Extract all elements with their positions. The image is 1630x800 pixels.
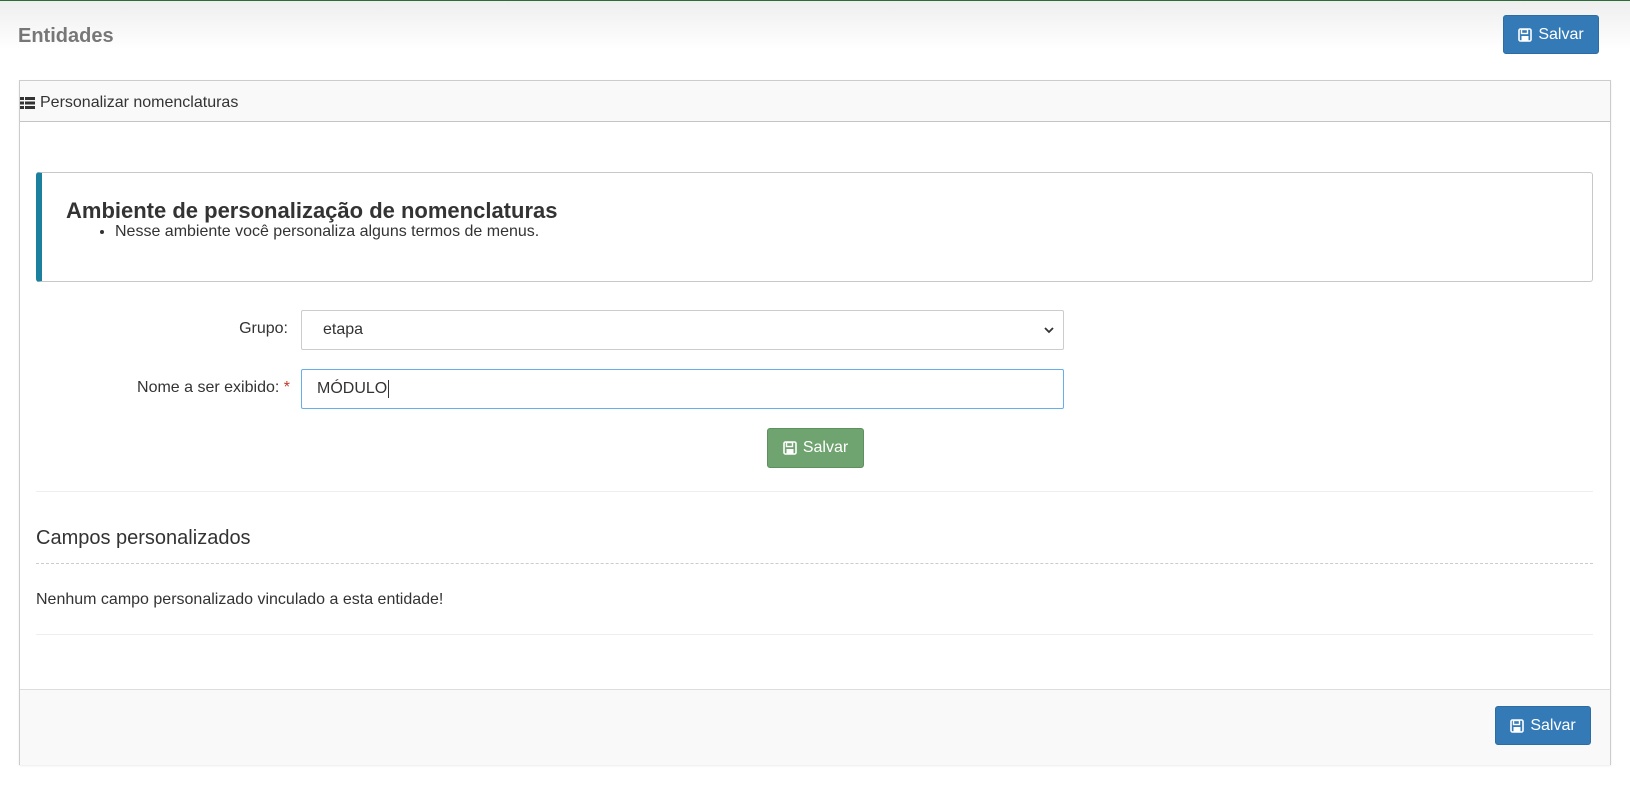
bottom-save-button[interactable]: Salvar bbox=[1495, 706, 1591, 745]
form-save-label: Salvar bbox=[802, 439, 849, 456]
callout-title: Ambiente de personalização de nomenclatu… bbox=[66, 198, 558, 223]
panel-footer bbox=[20, 689, 1610, 765]
panel-heading: Personalizar nomenclaturas bbox=[20, 81, 1610, 122]
required-mark: * bbox=[283, 379, 290, 396]
callout-list-item: Nesse ambiente você personaliza alguns t… bbox=[115, 223, 539, 241]
chevron-down-icon bbox=[1044, 327, 1054, 334]
page: Entidades Salvar Personalizar nomenclatu… bbox=[0, 0, 1630, 800]
group-select[interactable]: etapa bbox=[301, 310, 1064, 350]
panel-heading-label: Personalizar nomenclaturas bbox=[40, 94, 239, 111]
form-save-button[interactable]: Salvar bbox=[767, 428, 864, 468]
top-save-button[interactable]: Salvar bbox=[1503, 15, 1599, 54]
display-name-input[interactable]: MÓDULO bbox=[301, 369, 1064, 409]
name-label-text: Nome a ser exibido: bbox=[137, 379, 280, 396]
list-icon bbox=[20, 97, 35, 109]
divider bbox=[36, 491, 1593, 492]
top-bar: Entidades Salvar bbox=[0, 1, 1630, 71]
display-name-value: MÓDULO bbox=[317, 380, 388, 397]
custom-fields-title: Campos personalizados bbox=[36, 527, 251, 549]
name-label: Nome a ser exibido: * bbox=[80, 379, 290, 397]
nomenclature-panel: Personalizar nomenclaturas Ambiente de p… bbox=[19, 80, 1611, 765]
dashed-divider bbox=[36, 563, 1593, 564]
text-caret bbox=[388, 380, 390, 398]
group-select-value: etapa bbox=[323, 321, 364, 338]
info-callout: Ambiente de personalização de nomenclatu… bbox=[36, 172, 1593, 282]
empty-message: Nenhum campo personalizado vinculado a e… bbox=[36, 591, 444, 608]
floppy-disk-icon bbox=[1518, 27, 1533, 42]
page-title: Entidades bbox=[18, 25, 114, 47]
floppy-disk-icon bbox=[1510, 718, 1525, 733]
group-label: Grupo: bbox=[239, 320, 288, 337]
floppy-disk-icon bbox=[783, 441, 797, 455]
top-save-label: Salvar bbox=[1538, 25, 1584, 43]
divider bbox=[36, 634, 1593, 635]
bottom-save-label: Salvar bbox=[1530, 716, 1576, 734]
callout-list: Nesse ambiente você personaliza alguns t… bbox=[115, 223, 539, 241]
